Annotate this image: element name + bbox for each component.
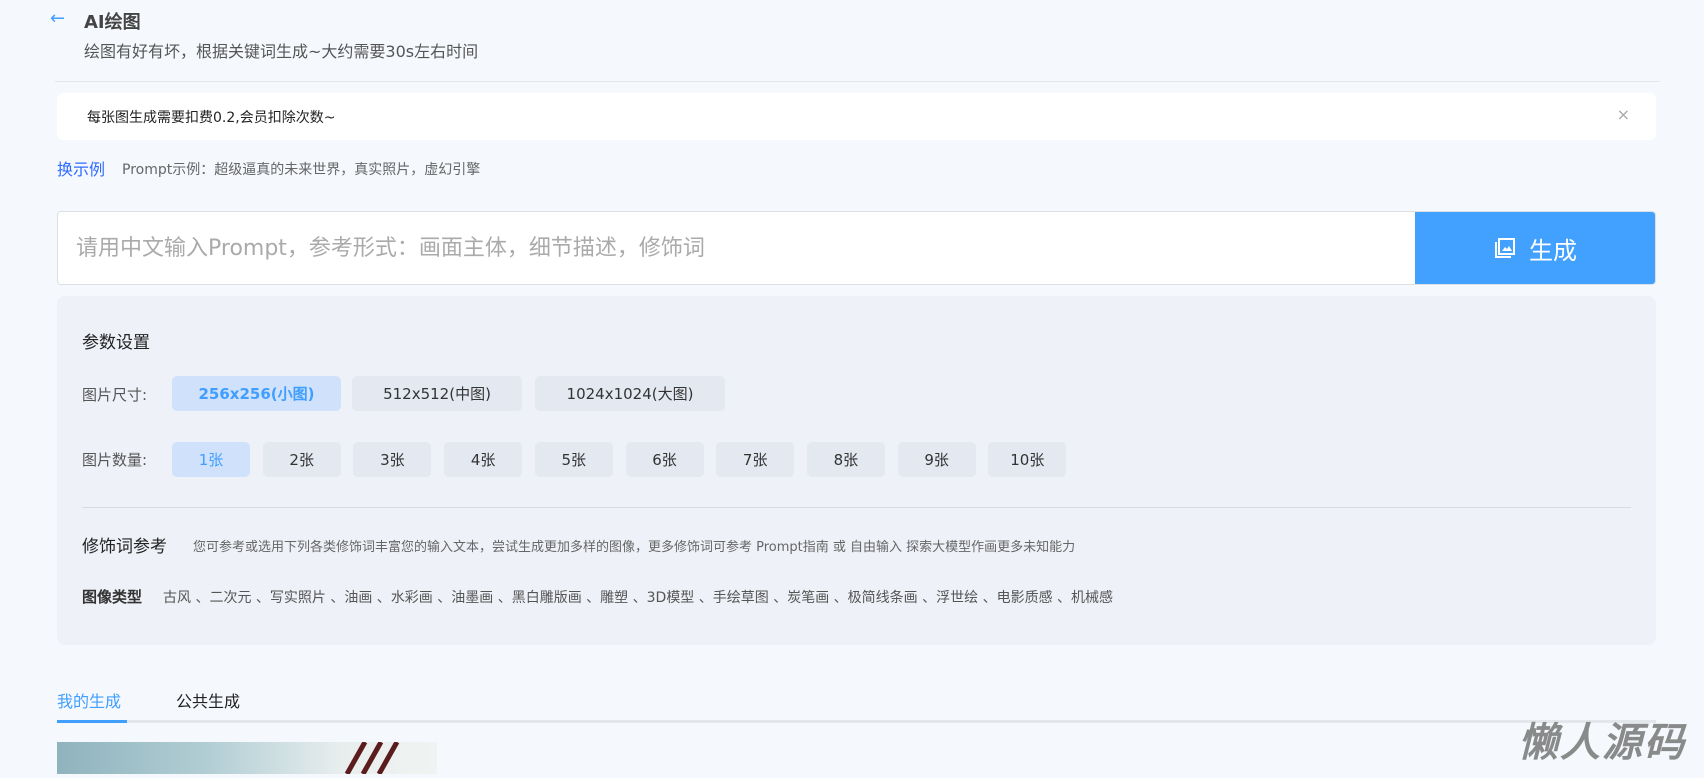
separator: 、: [581, 590, 601, 606]
back-arrow-icon[interactable]: ←: [50, 8, 65, 29]
stripes-decoration: [344, 740, 400, 776]
params-title: 参数设置: [82, 333, 150, 353]
image-type-option[interactable]: 极简线条画: [848, 590, 918, 606]
image-type-option[interactable]: 二次元: [209, 590, 251, 606]
notice-text: 每张图生成需要扣费0.2,会员扣除次数~: [87, 110, 336, 126]
image-type-title: 图像类型: [82, 588, 143, 606]
count-option[interactable]: 4张: [444, 442, 523, 477]
count-option[interactable]: 2张: [262, 442, 341, 477]
page-subtitle: 绘图有好有坏，根据关键词生成~大约需要30s左右时间: [84, 42, 479, 61]
image-type-option[interactable]: 水彩画: [391, 590, 433, 606]
count-option[interactable]: 1张: [172, 442, 250, 477]
separator: 、: [978, 590, 997, 606]
watermark-logo: 懒人源码: [1518, 720, 1686, 766]
count-label: 图片数量:: [82, 451, 148, 469]
panel-divider: [82, 507, 1631, 508]
size-option[interactable]: 512x512(中图): [352, 376, 522, 411]
page-title: AI绘图: [84, 12, 141, 33]
prompt-box: 生成: [57, 211, 1656, 285]
image-type-option[interactable]: 写实照片: [270, 590, 326, 606]
tab-my-generations[interactable]: 我的生成: [57, 688, 121, 712]
tab-public-generations[interactable]: 公共生成: [176, 688, 240, 712]
image-type-list: 古风 、二次元 、写实照片 、油画 、水彩画 、油墨画 、黑白雕版画 、雕塑 、…: [163, 587, 1113, 607]
generate-label: 生成: [1529, 236, 1577, 265]
image-type-option[interactable]: 机械感: [1071, 590, 1113, 606]
image-type-option[interactable]: 油墨画: [451, 590, 493, 606]
count-option[interactable]: 8张: [806, 442, 885, 477]
count-option[interactable]: 3张: [353, 442, 432, 477]
params-panel: 参数设置 图片尺寸: 256x256(小图) 512x512(中图) 1024x10…: [57, 296, 1656, 645]
count-option[interactable]: 7张: [716, 442, 795, 477]
prompt-example: Prompt示例：超级逼真的未来世界，真实照片，虚幻引擎: [122, 162, 481, 178]
image-type-option[interactable]: 电影质感: [997, 590, 1053, 606]
separator: 、: [372, 590, 391, 606]
modifier-description: 您可参考或选用下列各类修饰词丰富您的输入文本，尝试生成更加多样的图像，更多修饰词…: [193, 540, 1076, 555]
image-type-option[interactable]: 古风: [163, 590, 191, 606]
swap-example-link[interactable]: 换示例: [57, 156, 105, 180]
generate-button[interactable]: 生成: [1415, 212, 1655, 284]
image-type-option[interactable]: 黑白雕版画: [512, 590, 582, 606]
separator: 、: [694, 590, 713, 606]
image-type-option[interactable]: 油画: [344, 590, 372, 606]
image-type-option[interactable]: 雕塑: [600, 590, 628, 606]
size-label: 图片尺寸:: [82, 386, 148, 404]
count-option[interactable]: 5张: [534, 442, 613, 477]
size-option[interactable]: 1024x1024(大图): [535, 376, 725, 411]
separator: 、: [1052, 590, 1072, 606]
size-option[interactable]: 256x256(小图): [172, 376, 341, 411]
separator: 、: [829, 590, 848, 606]
separator: 、: [768, 590, 788, 606]
image-type-option[interactable]: 手绘草图: [713, 590, 769, 606]
separator: 、: [191, 590, 210, 606]
image-type-option[interactable]: 炭笔画: [787, 590, 829, 606]
prompt-input[interactable]: [58, 212, 1416, 284]
separator: 、: [251, 590, 270, 606]
modifier-title: 修饰词参考: [82, 537, 167, 557]
separator: 、: [493, 590, 512, 606]
separator: 、: [917, 590, 937, 606]
separator: 、: [432, 590, 452, 606]
tab-underline: [57, 720, 1656, 723]
count-option[interactable]: 10张: [988, 442, 1067, 477]
generated-image-thumbnail[interactable]: [57, 740, 437, 776]
separator: 、: [325, 590, 345, 606]
notice-bar: 每张图生成需要扣费0.2,会员扣除次数~ ×: [57, 93, 1656, 140]
count-option[interactable]: 6张: [625, 442, 704, 477]
active-tab-indicator: [57, 720, 127, 723]
image-type-option[interactable]: 3D模型: [647, 590, 695, 606]
separator: 、: [628, 590, 647, 606]
image-icon: [1495, 238, 1515, 258]
image-type-option[interactable]: 浮世绘: [936, 590, 978, 606]
close-icon[interactable]: ×: [1617, 105, 1630, 124]
count-option[interactable]: 9张: [897, 442, 976, 477]
divider: [55, 81, 1660, 82]
